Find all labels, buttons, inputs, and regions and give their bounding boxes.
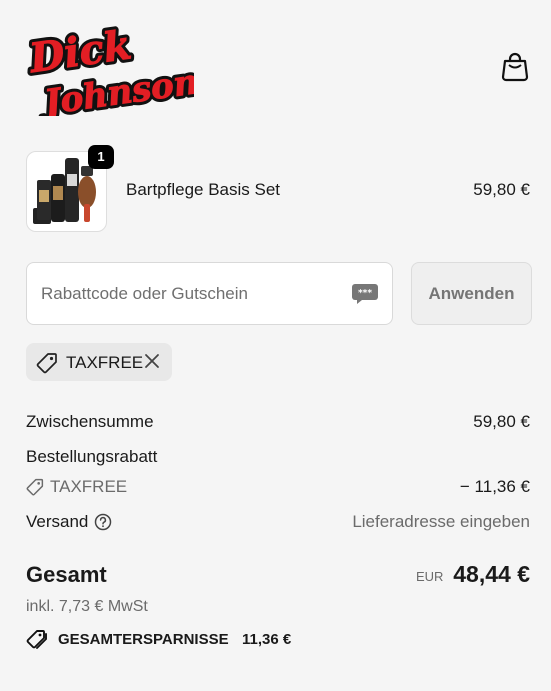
- tax-note: inkl. 7,73 € MwSt: [26, 598, 148, 615]
- applied-code-label: TAXFREE: [66, 353, 144, 372]
- subtotal-label: Zwischensumme: [26, 412, 154, 431]
- product-name: Bartpflege Basis Set: [126, 180, 281, 199]
- total-label: Gesamt: [26, 562, 107, 587]
- shipping-label: Versand: [26, 512, 89, 531]
- applied-discount-chip: TAXFREE: [26, 343, 172, 381]
- quantity-badge: 1: [88, 145, 114, 169]
- total-value: 48,44 €: [453, 561, 530, 587]
- apply-discount-button[interactable]: Anwenden: [411, 262, 532, 325]
- close-icon[interactable]: [142, 351, 162, 371]
- product-price: 59,80 €: [473, 180, 530, 199]
- tag-icon: [26, 478, 44, 496]
- total-currency: EUR: [416, 569, 444, 584]
- discount-code-input[interactable]: [41, 263, 341, 324]
- savings-label: GESAMTERSPARNISSE: [58, 631, 229, 648]
- discount-field[interactable]: ***: [26, 262, 393, 325]
- brand-logo[interactable]: Dick Dick Johnson Johnson: [22, 14, 204, 128]
- order-discount-label: Bestellungsrabatt: [26, 447, 158, 466]
- subtotal-value: 59,80 €: [473, 412, 530, 431]
- svg-text:***: ***: [358, 289, 372, 299]
- shipping-value: Lieferadresse eingeben: [352, 512, 530, 531]
- savings-value: 11,36 €: [242, 631, 292, 648]
- tag-icon: [36, 352, 58, 374]
- savings-tags-icon: [26, 630, 48, 650]
- help-icon[interactable]: [94, 513, 112, 531]
- discount-code-label: TAXFREE: [50, 477, 128, 496]
- gift-card-icon: ***: [351, 283, 379, 305]
- shopping-bag-icon[interactable]: [500, 50, 530, 82]
- discount-value: − 11,36 €: [459, 477, 530, 496]
